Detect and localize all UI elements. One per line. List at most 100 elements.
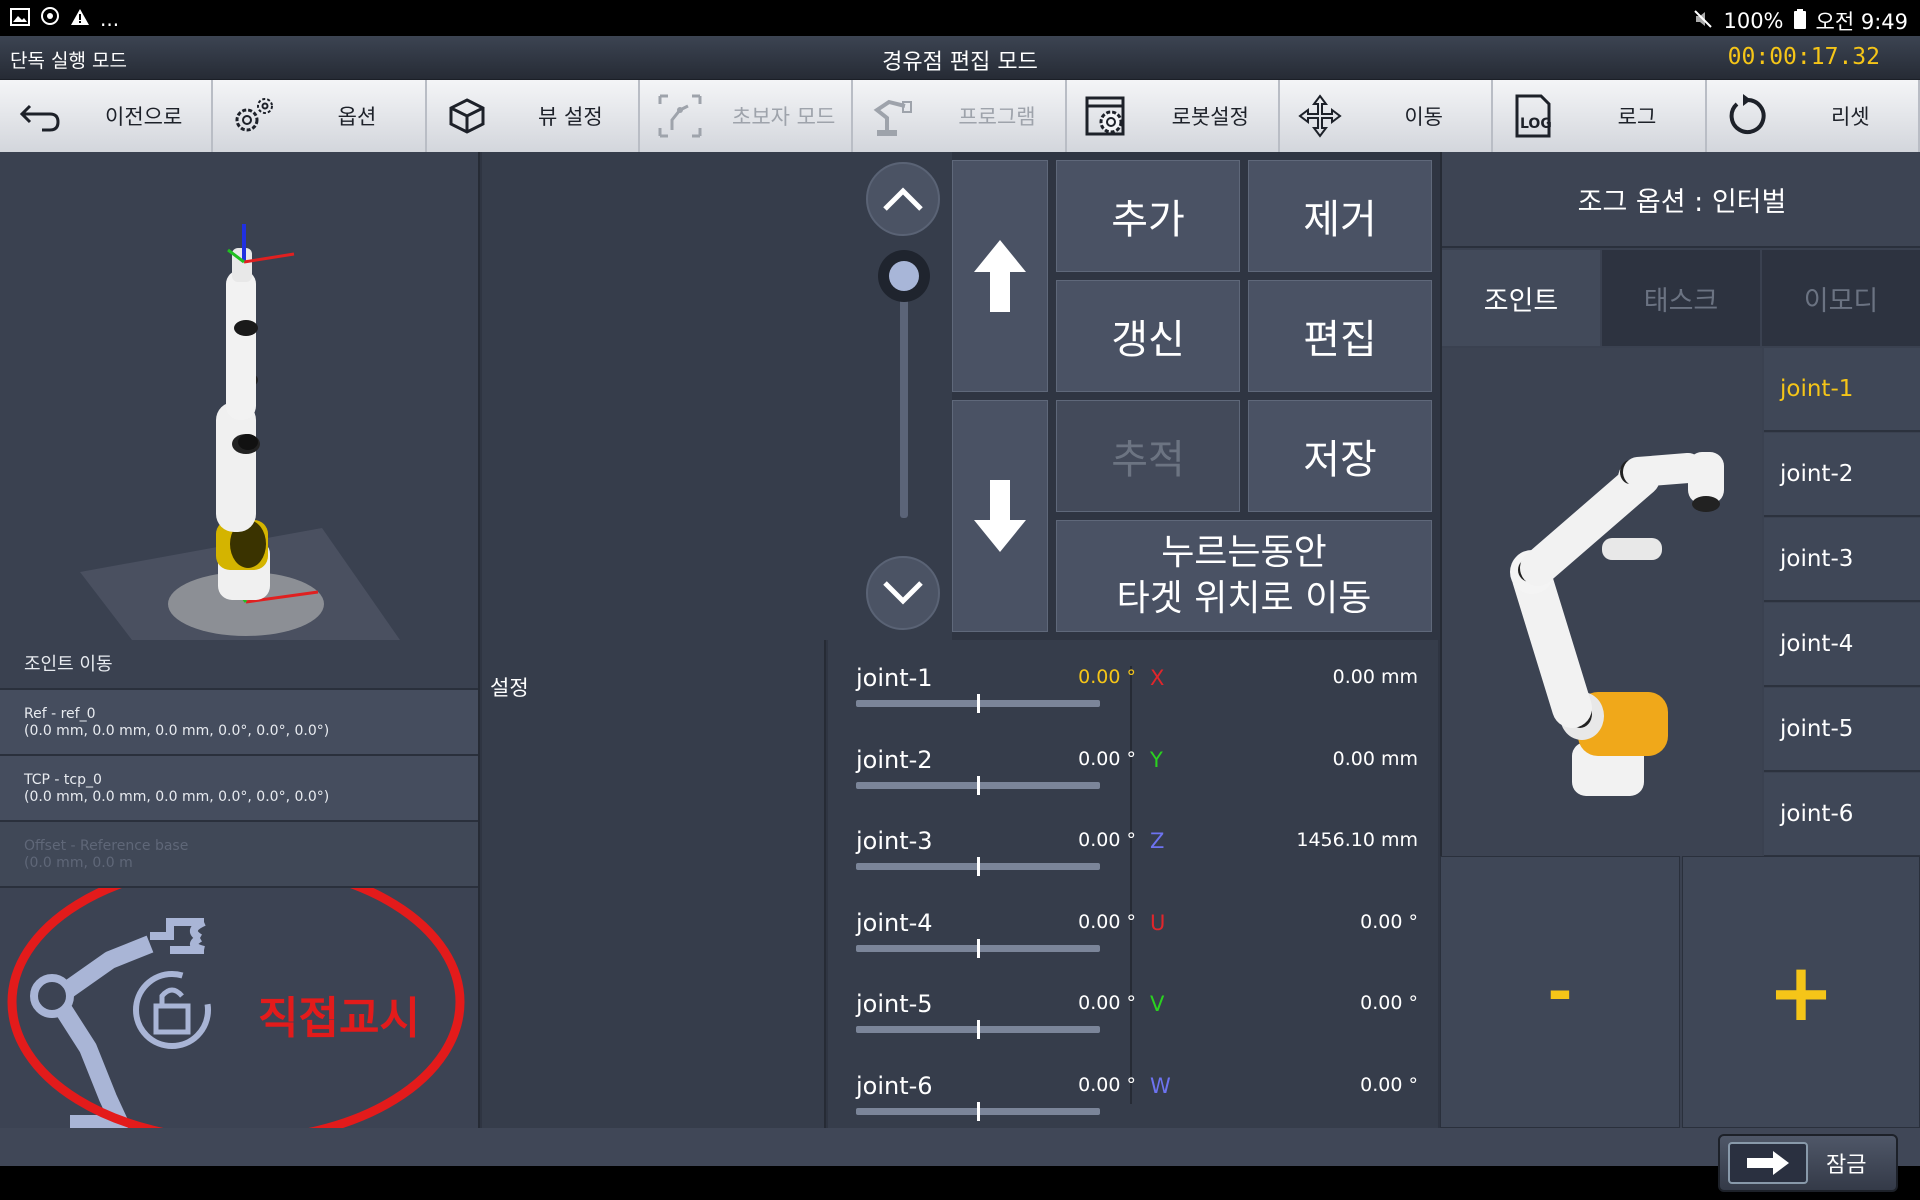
- joint-name: joint-3: [856, 827, 933, 855]
- mute-icon: [1693, 9, 1713, 34]
- joint-name: joint-6: [856, 1071, 933, 1100]
- view-settings-button[interactable]: 뷰 설정: [427, 80, 640, 152]
- tab-imodi[interactable]: 이모디: [1762, 250, 1920, 346]
- joint-slider[interactable]: [856, 1020, 1100, 1039]
- hold-label-line2: 타겟 위치로 이동: [1116, 578, 1372, 619]
- move-down-button[interactable]: [952, 400, 1048, 632]
- reset-button[interactable]: 리셋: [1707, 80, 1920, 152]
- lock-label: 잠금: [1826, 1153, 1867, 1178]
- tab-joint[interactable]: 조인트: [1442, 250, 1600, 346]
- joint-values-panel: joint-1 0.00 ° joint-2 0.00 ° joint-3 0.00 ° j…: [828, 640, 1438, 1128]
- offset-frame-values: (0.0 mm, 0.0 m: [24, 855, 133, 871]
- tcp-frame-values: (0.0 mm, 0.0 mm, 0.0 mm, 0.0°, 0.0°, 0.0…: [24, 789, 330, 805]
- joint-slider[interactable]: [856, 857, 1100, 876]
- jog-minus-button[interactable]: -: [1440, 856, 1680, 1128]
- log-button[interactable]: LOG 로그: [1493, 80, 1707, 152]
- coord-row: X 0.00 mm: [1128, 666, 1418, 706]
- jog-joint-item[interactable]: joint-6: [1764, 773, 1920, 857]
- beginner-mode-label: 초보자 모드: [732, 105, 836, 129]
- battery-percent: 100%: [1723, 9, 1784, 33]
- joint-slider-thumb[interactable]: [976, 694, 980, 713]
- scroll-up-button[interactable]: [866, 162, 940, 236]
- joint-row: joint-2 0.00 °: [856, 738, 1136, 808]
- back-label: 이전으로: [105, 105, 183, 129]
- bottom-bar: [0, 1128, 1920, 1166]
- system-nav-bar: [0, 1166, 1920, 1200]
- chevron-up-icon: [883, 187, 923, 211]
- ref-frame-name: Ref - ref_0: [24, 706, 96, 722]
- joint-slider[interactable]: [856, 694, 1100, 713]
- page-title: 경유점 편집 모드: [882, 50, 1038, 75]
- move-button[interactable]: 이동: [1280, 80, 1494, 152]
- log-label: 로그: [1617, 105, 1657, 129]
- tcp-frame-item[interactable]: TCP - tcp_0 (0.0 mm, 0.0 mm, 0.0 mm, 0.0…: [0, 756, 478, 822]
- coord-row: Y 0.00 mm: [1128, 748, 1418, 788]
- jog-joint-item[interactable]: joint-5: [1764, 688, 1920, 772]
- jog-joint-item[interactable]: joint-1: [1764, 348, 1920, 432]
- scroll-track[interactable]: [900, 292, 908, 518]
- jog-joint-item[interactable]: joint-2: [1764, 433, 1920, 517]
- cube-icon: [449, 98, 485, 134]
- tab-task[interactable]: 태스크: [1602, 250, 1760, 346]
- joint-slider-thumb[interactable]: [976, 938, 980, 958]
- robot-3d-render: [80, 224, 400, 640]
- jog-plus-button[interactable]: +: [1682, 856, 1920, 1128]
- joint-name: joint-4: [856, 908, 933, 937]
- coord-axis: X: [1150, 666, 1165, 690]
- offset-frame-name: Offset - Reference base: [24, 838, 189, 854]
- coord-value: 0.00 °: [1360, 910, 1418, 933]
- robot-settings-label: 로봇설정: [1171, 105, 1249, 129]
- coord-axis: U: [1150, 910, 1166, 935]
- coord-value: 0.00 mm: [1332, 747, 1418, 770]
- joint-slider-thumb[interactable]: [976, 775, 980, 795]
- options-label: 옵션: [337, 105, 377, 129]
- minus-label: -: [1547, 957, 1573, 1027]
- joint-slider-thumb[interactable]: [976, 1101, 980, 1121]
- direct-teach-button[interactable]: 직접교시: [0, 859, 478, 1145]
- chevron-down-icon: [883, 581, 923, 605]
- ref-frame-item[interactable]: Ref - ref_0 (0.0 mm, 0.0 mm, 0.0 mm, 0.0…: [0, 690, 478, 756]
- joint-slider-thumb[interactable]: [976, 857, 980, 876]
- main-toolbar: 이전으로 옵션 뷰 설정 초보자 모드 프로그램 로봇설정 이동 LOG 로그 …: [0, 80, 1920, 152]
- beginner-mode-button[interactable]: 초보자 모드: [640, 80, 854, 152]
- joint-slider-thumb[interactable]: [976, 1020, 980, 1039]
- joint-slider[interactable]: [856, 938, 1100, 958]
- update-button[interactable]: 갱신: [1056, 280, 1240, 392]
- save-button[interactable]: 저장: [1248, 400, 1432, 512]
- hold-label-line1: 누르는동안: [1161, 532, 1327, 573]
- add-button[interactable]: 추가: [1056, 160, 1240, 272]
- jog-option-title[interactable]: 조그 옵션 : 인터벌: [1442, 152, 1920, 248]
- scroll-down-button[interactable]: [866, 556, 940, 630]
- jog-joint-item[interactable]: joint-3: [1764, 518, 1920, 602]
- edit-button[interactable]: 편집: [1248, 280, 1432, 392]
- back-button[interactable]: 이전으로: [0, 80, 214, 152]
- scroll-thumb[interactable]: [878, 250, 930, 302]
- trace-button[interactable]: 추적: [1056, 400, 1240, 512]
- lock-button[interactable]: 잠금: [1718, 1134, 1898, 1192]
- joint-move-label: 조인트 이동: [0, 640, 478, 690]
- offset-frame-item[interactable]: Offset - Reference base (0.0 mm, 0.0 m: [0, 822, 478, 888]
- coord-row: V 0.00 °: [1128, 992, 1418, 1032]
- robot-arm-frame-icon: [658, 94, 702, 138]
- robot-preview: [1442, 348, 1762, 856]
- coord-value: 0.00 °: [1360, 992, 1418, 1014]
- coord-row: U 0.00 °: [1128, 911, 1418, 951]
- program-button[interactable]: 프로그램: [853, 80, 1067, 152]
- joint-slider[interactable]: [856, 775, 1100, 795]
- move-up-button[interactable]: [952, 160, 1048, 392]
- battery-icon: [1793, 8, 1806, 34]
- sync-icon: [40, 6, 60, 31]
- options-button[interactable]: 옵션: [213, 80, 427, 152]
- robot-3d-viewer[interactable]: [0, 152, 480, 640]
- hold-move-to-target-button[interactable]: 누르는동안 타겟 위치로 이동: [1056, 520, 1432, 632]
- clock: 오전 9:49: [1815, 10, 1908, 34]
- joint-slider[interactable]: [856, 1101, 1100, 1121]
- remove-button[interactable]: 제거: [1248, 160, 1432, 272]
- coord-axis: V: [1150, 992, 1165, 1016]
- robot-settings-button[interactable]: 로봇설정: [1067, 80, 1280, 152]
- jog-joint-item[interactable]: joint-4: [1764, 603, 1920, 687]
- gears-icon: [235, 98, 274, 132]
- coord-axis: Y: [1150, 747, 1163, 772]
- elapsed-timer: 00:00:17.32: [1727, 44, 1880, 70]
- frame-info-panel: 조인트 이동 Ref - ref_0 (0.0 mm, 0.0 mm, 0.0 …: [0, 640, 480, 1145]
